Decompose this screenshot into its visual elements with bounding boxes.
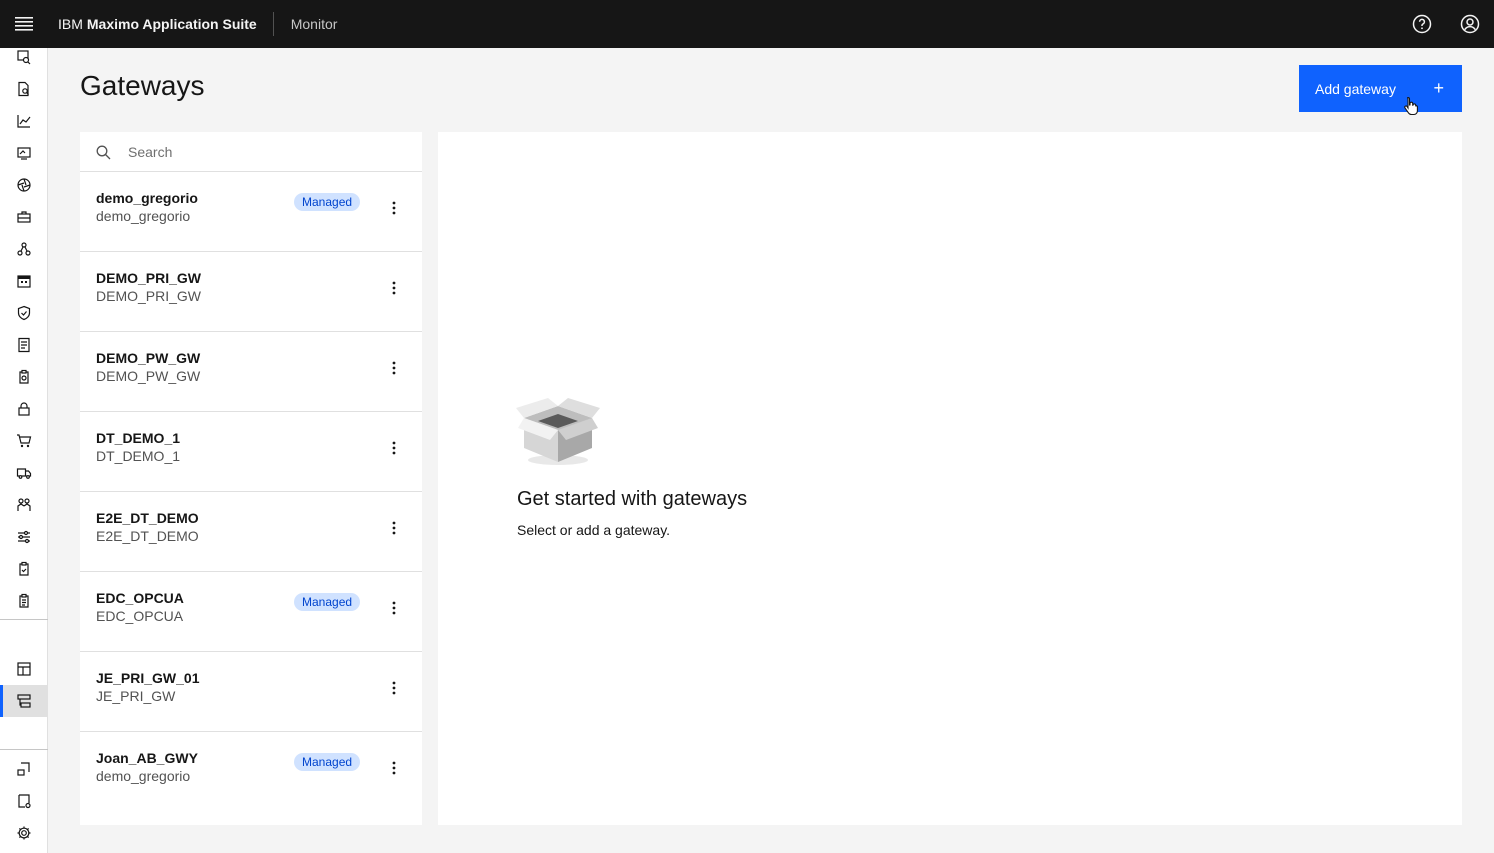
managed-tag: Managed [294, 593, 361, 611]
receipt-icon[interactable] [0, 329, 48, 361]
gateway-subtitle: DEMO_PRI_GW [96, 288, 202, 304]
monitor-search-icon[interactable] [0, 41, 48, 73]
top-header: IBM Maximo Application Suite Monitor [0, 0, 1494, 48]
gateway-item-edc-opcua[interactable]: EDC_OPCUA EDC_OPCUA Managed [80, 572, 422, 652]
gateway-name: JE_PRI_GW_01 [96, 670, 200, 686]
gateway-subtitle: demo_gregorio [96, 208, 191, 224]
gateway-item-joan-ab-gwy[interactable]: Joan_AB_GWY demo_gregorio Managed [80, 732, 422, 812]
brand-name[interactable]: IBM Maximo Application Suite [48, 12, 274, 36]
clipboard-check-icon[interactable] [0, 553, 48, 585]
overflow-menu-icon[interactable] [382, 436, 406, 460]
search-icon [96, 145, 111, 165]
overflow-menu-icon[interactable] [382, 596, 406, 620]
clipboard-list-icon[interactable] [0, 585, 48, 617]
overflow-menu-icon[interactable] [382, 356, 406, 380]
aperture-icon[interactable] [0, 169, 48, 201]
managed-tag: Managed [294, 753, 361, 771]
overflow-menu-icon[interactable] [382, 196, 406, 220]
gateway-icon[interactable] [0, 685, 48, 717]
gateway-item-demo-pri-gw[interactable]: DEMO_PRI_GW DEMO_PRI_GW [80, 252, 422, 332]
managed-tag: Managed [294, 193, 361, 211]
screen-icon[interactable] [0, 137, 48, 169]
hand-pointer-cursor-icon [1403, 96, 1419, 121]
open-box-icon [516, 388, 600, 473]
plus-icon: + [1433, 78, 1444, 98]
brand-product: Maximo Application Suite [86, 16, 257, 32]
line-chart-icon[interactable] [0, 105, 48, 137]
gateway-name: DEMO_PRI_GW [96, 270, 202, 286]
sliders-icon[interactable] [0, 521, 48, 553]
shield-check-icon[interactable] [0, 297, 48, 329]
nav-divider [0, 619, 48, 620]
gateway-subtitle: EDC_OPCUA [96, 608, 184, 624]
gateway-subtitle: JE_PRI_GW [96, 688, 176, 704]
gateway-item-dt-demo-1[interactable]: DT_DEMO_1 DT_DEMO_1 [80, 412, 422, 492]
lock-icon[interactable] [0, 393, 48, 425]
overflow-menu-icon[interactable] [382, 276, 406, 300]
truck-icon[interactable] [0, 457, 48, 489]
gateway-name: demo_gregorio [96, 190, 198, 206]
gateway-name: Joan_AB_GWY [96, 750, 198, 766]
empty-state-title: Get started with gateways [517, 488, 748, 510]
dashboard-icon[interactable] [0, 653, 48, 685]
gateway-subtitle: demo_gregorio [96, 768, 191, 784]
brand-prefix: IBM [58, 16, 83, 32]
gateway-item-e2e-dt-demo[interactable]: E2E_DT_DEMO E2E_DT_DEMO [80, 492, 422, 572]
hierarchy-icon[interactable] [0, 233, 48, 265]
page-title: Gateways [80, 70, 205, 101]
gateway-subtitle: DT_DEMO_1 [96, 448, 181, 464]
add-gateway-label: Add gateway [1315, 80, 1396, 97]
gateway-item-je-pri-gw-01[interactable]: JE_PRI_GW_01 JE_PRI_GW [80, 652, 422, 732]
toolbox-icon[interactable] [0, 201, 48, 233]
user-avatar-icon[interactable] [1446, 0, 1494, 48]
add-gateway-button[interactable]: Add gateway + [1299, 65, 1462, 112]
gateway-subtitle: DEMO_PW_GW [96, 368, 201, 384]
gateway-name: E2E_DT_DEMO [96, 510, 199, 526]
empty-state-subtitle: Select or add a gateway. [517, 522, 671, 538]
help-icon[interactable] [1398, 0, 1446, 48]
search-input[interactable] [128, 132, 408, 172]
gateway-item-demo-gregorio[interactable]: demo_gregorio demo_gregorio Managed [80, 172, 422, 252]
search-bar [80, 132, 422, 172]
settings-icon[interactable] [0, 817, 48, 849]
overflow-menu-icon[interactable] [382, 676, 406, 700]
gateway-list-panel: demo_gregorio demo_gregorio Managed DEMO… [80, 132, 422, 825]
people-icon[interactable] [0, 489, 48, 521]
clipboard-search-icon[interactable] [0, 361, 48, 393]
gateway-item-demo-pw-gw[interactable]: DEMO_PW_GW DEMO_PW_GW [80, 332, 422, 412]
gateway-detail-panel: Get started with gateways Select or add … [438, 132, 1462, 825]
page-settings-icon[interactable] [0, 785, 48, 817]
nav-divider [0, 749, 48, 750]
side-nav [0, 48, 48, 853]
overflow-menu-icon[interactable] [382, 756, 406, 780]
app-name: Monitor [290, 16, 338, 32]
device-link-icon[interactable] [0, 753, 48, 785]
gateway-name: DT_DEMO_1 [96, 430, 181, 446]
gateway-name: DEMO_PW_GW [96, 350, 201, 366]
gateway-name: EDC_OPCUA [96, 590, 184, 606]
overflow-menu-icon[interactable] [382, 516, 406, 540]
shopping-cart-icon[interactable] [0, 425, 48, 457]
document-search-icon[interactable] [0, 73, 48, 105]
calendar-icon[interactable] [0, 265, 48, 297]
gateway-subtitle: E2E_DT_DEMO [96, 528, 199, 544]
